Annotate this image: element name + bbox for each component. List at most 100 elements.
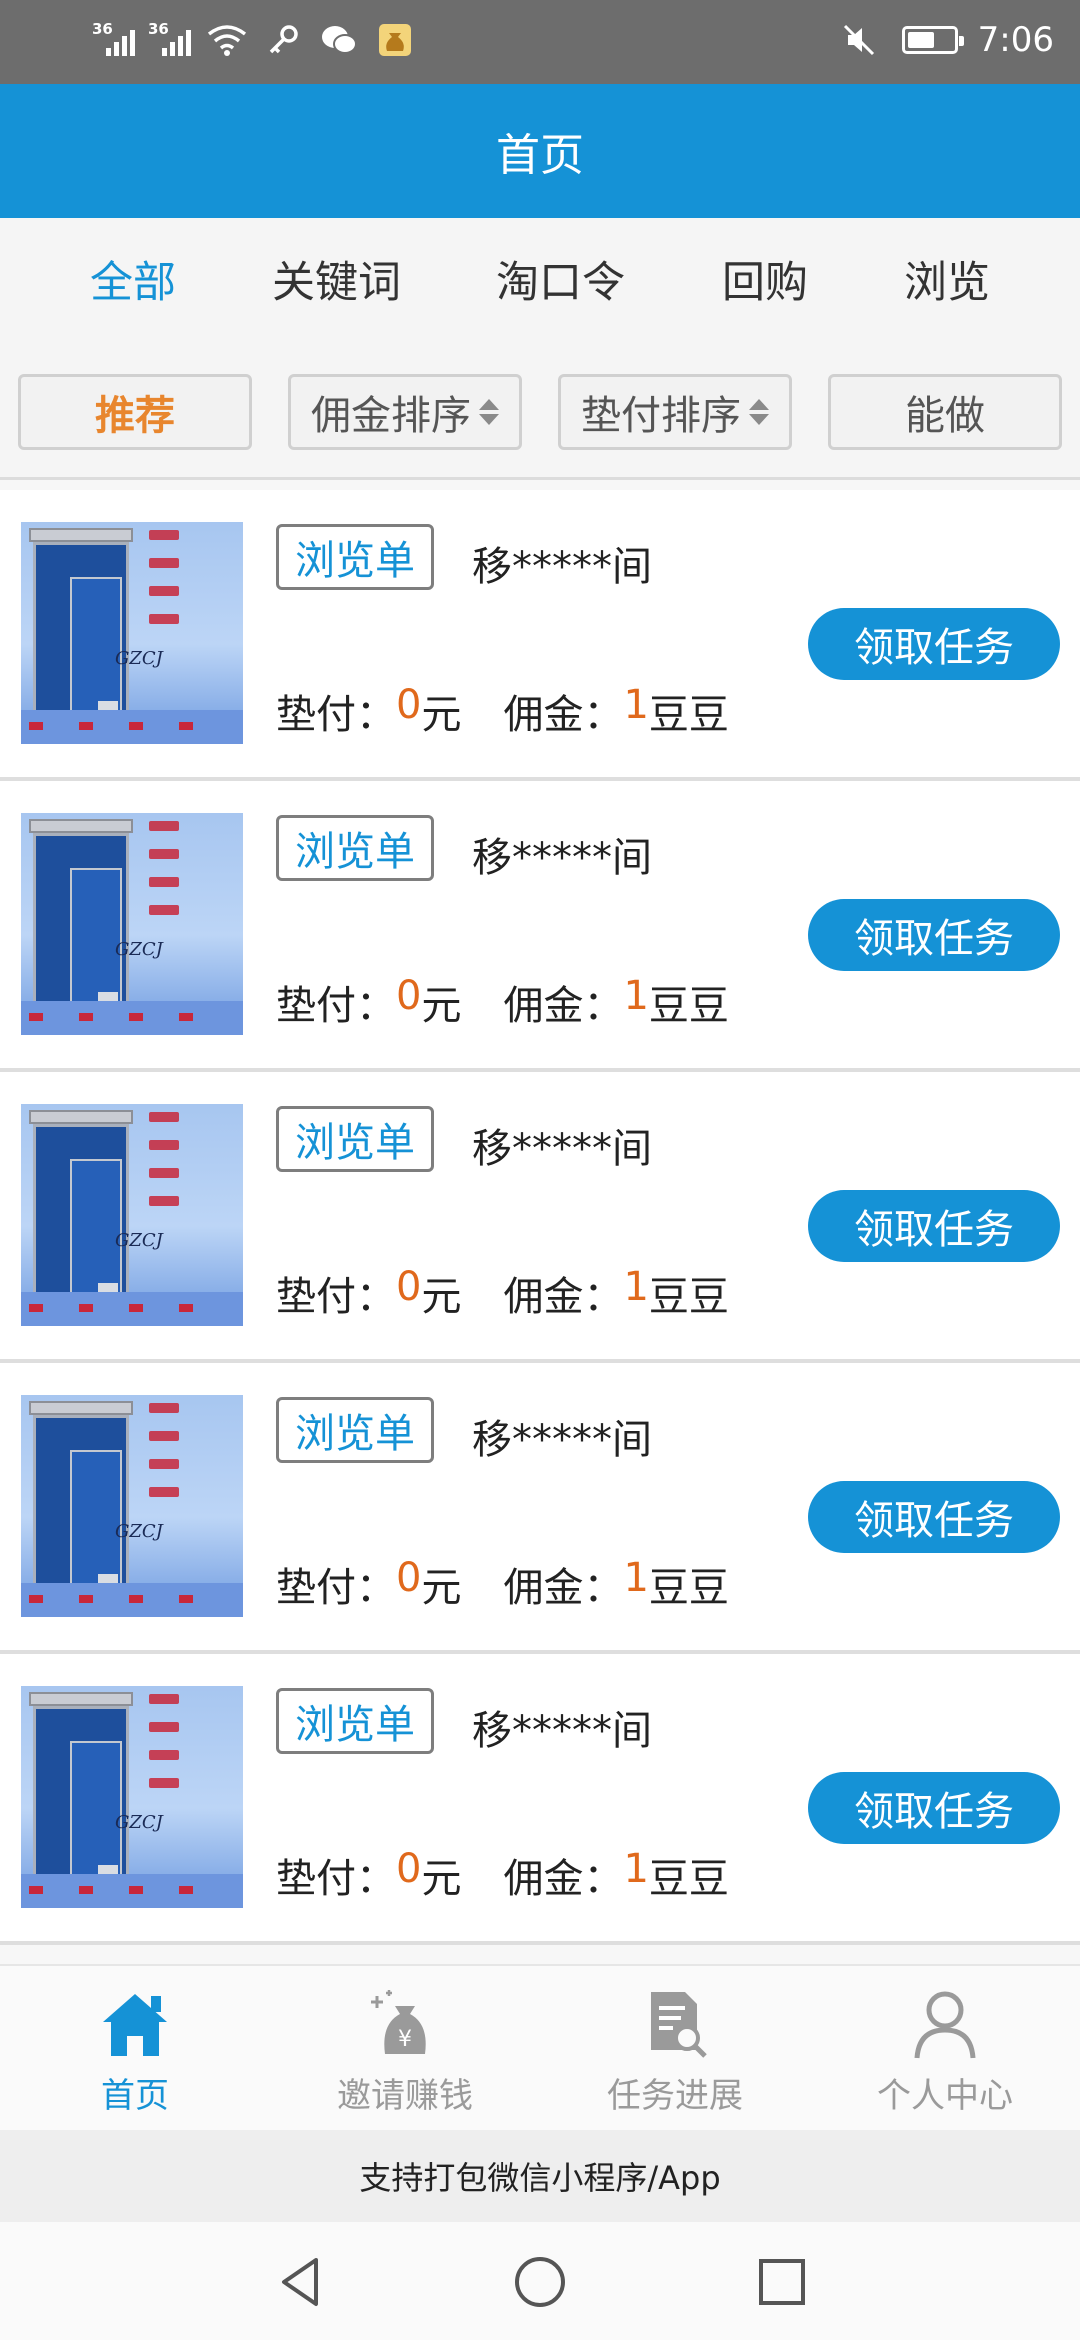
filter-recommend-button[interactable]: 推荐 [18,374,252,450]
filter-doable-button[interactable]: 能做 [828,374,1062,450]
task-item[interactable]: GZCJ 浏览单 移*****间 垫付： 0 元 佣金： 1 豆豆 领取任务 [0,1363,1080,1654]
filter-commission-sort-button[interactable]: 佣金排序 [288,374,522,450]
price-line: 垫付： 0 元 佣金： 1 豆豆 [276,1264,729,1322]
commission-label: 佣金： [503,1856,624,1902]
status-left-icons: 36 36 [92,18,418,62]
shop-name: 移*****间 [472,1126,652,1172]
commission-unit: 豆豆 [648,1565,729,1611]
home-icon [103,1994,167,2056]
task-item[interactable]: GZCJ 浏览单 移*****间 垫付： 0 元 佣金： 1 豆豆 领取任务 [0,1654,1080,1945]
advance-value: 0 [396,973,422,1019]
sort-arrows-icon [479,399,499,425]
product-thumbnail: GZCJ [21,1686,243,1908]
task-item[interactable]: GZCJ 浏览单 移*****间 垫付： 0 元 佣金： 1 豆豆 领取任务 [0,781,1080,1072]
task-type-tag: 浏览单 [276,1688,434,1754]
task-list: GZCJ 浏览单 移*****间 垫付： 0 元 佣金： 1 豆豆 领取任务 G… [0,490,1080,1945]
signal-icon: 36 [92,18,138,62]
nav-label: 首页 [101,2076,169,2116]
tab-all[interactable]: 全部 [90,248,176,310]
task-type-tag: 浏览单 [276,1397,434,1463]
nav-home[interactable]: 首页 [0,1984,270,2117]
commission-unit: 豆豆 [648,1856,729,1902]
task-item[interactable]: GZCJ 浏览单 移*****间 垫付： 0 元 佣金： 1 豆豆 领取任务 [0,490,1080,781]
nav-invite[interactable]: ¥ 邀请赚钱 [270,1984,540,2117]
advance-value: 0 [396,682,422,728]
advance-label: 垫付： [276,1856,396,1902]
key-icon [260,18,306,62]
nav-label: 个人中心 [877,2076,1013,2116]
claim-task-button[interactable]: 领取任务 [808,1481,1060,1553]
product-thumbnail: GZCJ [21,813,243,1035]
commission-value: 1 [623,973,649,1019]
tab-repurchase[interactable]: 回购 [722,248,808,310]
nav-label: 邀请赚钱 [337,2076,473,2116]
tab-browse[interactable]: 浏览 [904,248,990,310]
task-type-tag: 浏览单 [276,1106,434,1172]
commission-unit: 豆豆 [648,983,729,1029]
task-type-tag: 浏览单 [276,815,434,881]
product-thumbnail: GZCJ [21,1104,243,1326]
wifi-icon [204,18,250,62]
nav-label: 任务进展 [607,2076,743,2116]
thumbnail-brand: GZCJ [115,1230,163,1251]
status-right-icons: 7:06 [836,18,1054,62]
thumbnail-brand: GZCJ [115,1521,163,1542]
back-icon[interactable] [272,2252,332,2312]
filter-label: 佣金排序 [311,393,471,439]
commission-label: 佣金： [503,1274,624,1320]
home-circle-icon[interactable] [510,2252,570,2312]
commission-unit: 豆豆 [648,692,729,738]
advance-value: 0 [396,1264,422,1310]
advance-unit: 元 [421,1565,462,1611]
page-title: 首页 [496,130,584,181]
thumbnail-brand: GZCJ [115,648,163,669]
shop-name: 移*****间 [472,1708,652,1754]
commission-value: 1 [623,1555,649,1601]
advance-unit: 元 [421,1856,462,1902]
sort-arrows-icon [749,399,769,425]
filter-bar: 推荐 佣金排序 垫付排序 能做 [0,338,1080,480]
product-thumbnail: GZCJ [21,522,243,744]
thumbnail-brand: GZCJ [115,939,163,960]
tab-taokouling[interactable]: 淘口令 [496,248,625,310]
signal-icon: 36 [148,18,194,62]
user-icon [914,1991,976,2059]
advance-unit: 元 [421,692,462,738]
advance-unit: 元 [421,1274,462,1320]
commission-value: 1 [623,1264,649,1310]
task-type-tag: 浏览单 [276,524,434,590]
money-bag-icon: ¥ [371,1990,426,2054]
filter-label: 推荐 [95,393,175,439]
nav-task-progress[interactable]: 任务进展 [540,1984,810,2117]
claim-task-button[interactable]: 领取任务 [808,1190,1060,1262]
claim-task-button[interactable]: 领取任务 [808,1772,1060,1844]
battery-icon [901,26,964,54]
app-header: 首页 [0,84,1080,218]
shop-name: 移*****间 [472,544,652,590]
thumbnail-brand: GZCJ [115,1812,163,1833]
advance-label: 垫付： [276,1565,396,1611]
recents-icon[interactable] [752,2252,812,2312]
price-line: 垫付： 0 元 佣金： 1 豆豆 [276,682,729,740]
shop-name: 移*****间 [472,835,652,881]
price-line: 垫付： 0 元 佣金： 1 豆豆 [276,973,729,1031]
shop-name: 移*****间 [472,1417,652,1463]
advance-label: 垫付： [276,983,396,1029]
status-bar: 36 36 7:06 [0,0,1080,84]
filter-advance-sort-button[interactable]: 垫付排序 [558,374,792,450]
advance-label: 垫付： [276,692,396,738]
claim-task-button[interactable]: 领取任务 [808,608,1060,680]
commission-value: 1 [623,682,649,728]
product-thumbnail: GZCJ [21,1395,243,1617]
document-search-icon [651,1992,707,2058]
tab-keyword[interactable]: 关键词 [272,248,401,310]
nav-profile[interactable]: 个人中心 [810,1984,1080,2117]
category-tabs: 全部 关键词 淘口令 回购 浏览 [0,218,1080,338]
advance-value: 0 [396,1846,422,1892]
claim-task-button[interactable]: 领取任务 [808,899,1060,971]
footer-banner: 支持打包微信小程序/App [0,2130,1080,2222]
commission-unit: 豆豆 [648,1274,729,1320]
advance-value: 0 [396,1555,422,1601]
task-item[interactable]: GZCJ 浏览单 移*****间 垫付： 0 元 佣金： 1 豆豆 领取任务 [0,1072,1080,1363]
commission-label: 佣金： [503,983,624,1029]
